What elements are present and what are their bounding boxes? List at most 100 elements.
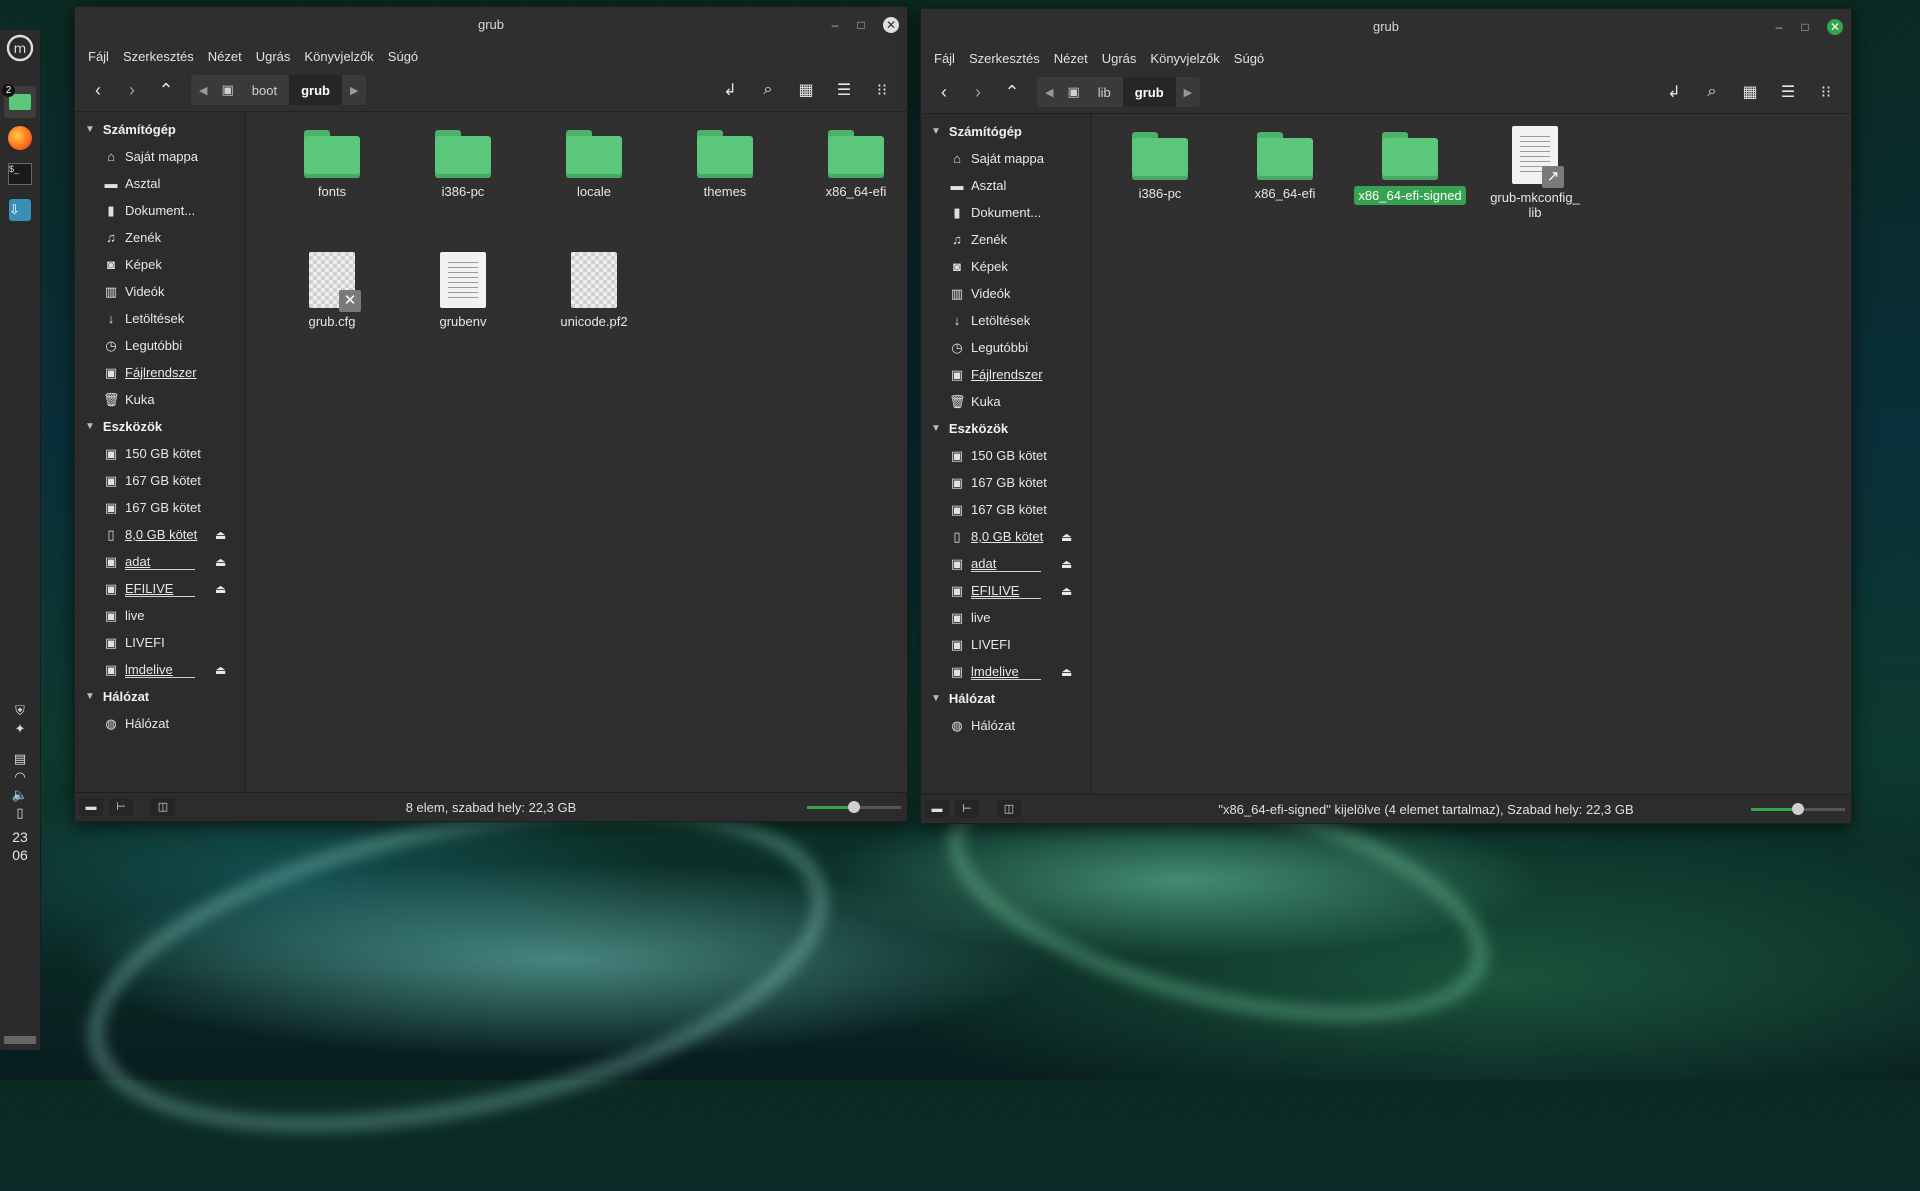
file-item-selected[interactable]: x86_64-efi-signed — [1350, 132, 1470, 205]
sidebar-section-computer[interactable]: ▼ Számítógép — [75, 116, 245, 143]
eject-icon[interactable]: ⏏ — [1061, 584, 1072, 598]
sidebar-section-network[interactable]: ▼ Hálózat — [75, 683, 245, 710]
sidebar-item-adat[interactable]: ▣ adat ⏏ — [75, 548, 245, 575]
sidebar-item-efilive[interactable]: ▣ EFILIVE ⏏ — [75, 575, 245, 602]
file-item[interactable]: grubenv — [403, 252, 523, 329]
file-item[interactable]: x86_64-efi — [796, 130, 916, 199]
wifi-icon[interactable]: ◠ — [8, 768, 32, 786]
sidebar-item-home[interactable]: ⌂ Saját mappa — [75, 143, 245, 170]
breadcrumb-left-arrow[interactable]: ◀ — [1037, 77, 1061, 107]
forward-button[interactable]: › — [961, 77, 995, 107]
sidebar-item-live[interactable]: ▣ live — [75, 602, 245, 629]
compact-view-button[interactable]: ⁝⁝ — [863, 75, 901, 105]
sidebar-item-volume-8[interactable]: ▯ 8,0 GB kötet ⏏ — [75, 521, 245, 548]
sidebar-item-volume-8[interactable]: ▯ 8,0 GB kötet ⏏ — [921, 523, 1091, 550]
sidebar-section-network[interactable]: ▼ Hálózat — [921, 685, 1091, 712]
menu-edit[interactable]: Szerkesztés — [962, 51, 1047, 66]
breadcrumb-right-arrow[interactable]: ▶ — [1176, 77, 1200, 107]
show-places-button[interactable]: ▬ — [925, 800, 949, 818]
sidebar-item-network[interactable]: ◍ Hálózat — [75, 710, 245, 737]
sidebar-item-volume-150[interactable]: ▣ 150 GB kötet — [75, 440, 245, 467]
back-button[interactable]: ‹ — [927, 77, 961, 107]
menu-help[interactable]: Súgó — [381, 49, 425, 64]
sidebar-item-volume-167b[interactable]: ▣ 167 GB kötet — [75, 494, 245, 521]
forward-button[interactable]: › — [115, 75, 149, 105]
menu-button[interactable]: m — [4, 32, 36, 64]
sidebar-item-recent[interactable]: ◷ Legutóbbi — [921, 334, 1091, 361]
menu-edit[interactable]: Szerkesztés — [116, 49, 201, 64]
menu-bookmarks[interactable]: Könyvjelzők — [297, 49, 380, 64]
back-button[interactable]: ‹ — [81, 75, 115, 105]
sidebar-item-live[interactable]: ▣ live — [921, 604, 1091, 631]
sidebar-section-devices[interactable]: ▼ Eszközök — [921, 415, 1091, 442]
show-tree-button[interactable]: ⊢ — [955, 800, 979, 818]
file-item[interactable]: x86_64-efi — [1225, 132, 1345, 201]
file-view[interactable]: i386-pc x86_64-efi x86_64-efi-signed ↗ gr… — [1092, 114, 1851, 795]
sidebar-item-recent[interactable]: ◷ Legutóbbi — [75, 332, 245, 359]
battery-icon[interactable]: ▯ — [8, 804, 32, 822]
clock-hour[interactable]: 23 — [0, 828, 40, 846]
breadcrumb-parent[interactable]: boot — [240, 75, 289, 105]
sidebar-item-trash[interactable]: 🗑 Kuka — [921, 388, 1091, 415]
sidebar-item-documents[interactable]: ▮ Dokument... — [921, 199, 1091, 226]
clock-minute[interactable]: 06 — [0, 846, 40, 864]
file-item[interactable]: unicode.pf2 — [534, 252, 654, 329]
sidebar-item-desktop[interactable]: ▬ Asztal — [921, 172, 1091, 199]
sidebar-item-lmdelive[interactable]: ▣ lmdelive ⏏ — [921, 658, 1091, 685]
sidebar-item-volume-150[interactable]: ▣ 150 GB kötet — [921, 442, 1091, 469]
show-desktop-button[interactable] — [4, 1036, 36, 1044]
update-manager-icon[interactable]: ✦ — [8, 720, 32, 738]
menu-view[interactable]: Nézet — [1047, 51, 1095, 66]
minimize-button[interactable]: – — [1771, 19, 1787, 35]
menu-view[interactable]: Nézet — [201, 49, 249, 64]
titlebar[interactable]: grub – □ ✕ — [921, 9, 1851, 45]
icon-view-button[interactable]: ▦ — [787, 75, 825, 105]
sidebar-section-devices[interactable]: ▼ Eszközök — [75, 413, 245, 440]
breadcrumb-root[interactable]: ▣ — [1061, 77, 1085, 107]
search-button[interactable]: ⌕ — [1693, 77, 1731, 107]
compact-view-button[interactable]: ⁝⁝ — [1807, 77, 1845, 107]
sidebar-item-downloads[interactable]: ↓ Letöltések — [75, 305, 245, 332]
sidebar-item-videos[interactable]: ▥ Videók — [75, 278, 245, 305]
file-view[interactable]: fonts i386-pc locale themes x86_64-efi ✕… — [246, 112, 907, 793]
sidebar-item-efilive[interactable]: ▣ EFILIVE ⏏ — [921, 577, 1091, 604]
list-view-button[interactable]: ☰ — [825, 75, 863, 105]
breadcrumb-current[interactable]: grub — [289, 75, 342, 105]
breadcrumb-root[interactable]: ▣ — [215, 75, 239, 105]
zoom-slider[interactable] — [1751, 803, 1845, 815]
eject-icon[interactable]: ⏏ — [215, 555, 226, 569]
sidebar-item-music[interactable]: ♫ Zenék — [921, 226, 1091, 253]
sidebar-item-volume-167b[interactable]: ▣ 167 GB kötet — [921, 496, 1091, 523]
file-item[interactable]: ↗ grub-mkconfig_ lib — [1475, 126, 1595, 220]
sidebar-item-filesystem[interactable]: ▣ Fájlrendszer — [75, 359, 245, 386]
taskbar-installer-button[interactable]: ⇩ — [4, 194, 36, 226]
eject-icon[interactable]: ⏏ — [1061, 557, 1072, 571]
zoom-slider-handle[interactable] — [1792, 803, 1804, 815]
file-item[interactable]: ✕ grub.cfg — [272, 252, 392, 329]
eject-icon[interactable]: ⏏ — [1061, 665, 1072, 679]
file-item[interactable]: fonts — [272, 130, 392, 199]
sidebar-item-documents[interactable]: ▮ Dokument... — [75, 197, 245, 224]
sidebar-item-lmdelive[interactable]: ▣ lmdelive ⏏ — [75, 656, 245, 683]
menu-help[interactable]: Súgó — [1227, 51, 1271, 66]
menu-file[interactable]: Fájl — [81, 49, 116, 64]
menu-file[interactable]: Fájl — [927, 51, 962, 66]
sidebar-item-videos[interactable]: ▥ Videók — [921, 280, 1091, 307]
toggle-location-button[interactable]: ↲ — [711, 75, 749, 105]
up-button[interactable]: ⌃ — [149, 75, 183, 105]
sidebar-item-livefi[interactable]: ▣ LIVEFI — [75, 629, 245, 656]
menu-go[interactable]: Ugrás — [249, 49, 298, 64]
sidebar-item-volume-167a[interactable]: ▣ 167 GB kötet — [921, 469, 1091, 496]
breadcrumb-parent[interactable]: lib — [1086, 77, 1123, 107]
maximize-button[interactable]: □ — [1797, 19, 1813, 35]
sidebar-item-pictures[interactable]: ◙ Képek — [75, 251, 245, 278]
sidebar-item-downloads[interactable]: ↓ Letöltések — [921, 307, 1091, 334]
file-item[interactable]: locale — [534, 130, 654, 199]
sidebar-item-adat[interactable]: ▣ adat ⏏ — [921, 550, 1091, 577]
sidebar-item-home[interactable]: ⌂ Saját mappa — [921, 145, 1091, 172]
clipboard-icon[interactable]: ▤ — [8, 750, 32, 768]
minimize-button[interactable]: – — [827, 17, 843, 33]
sidebar-item-trash[interactable]: 🗑 Kuka — [75, 386, 245, 413]
shield-icon[interactable]: ⛨ — [8, 702, 32, 720]
sidebar-section-computer[interactable]: ▼ Számítógép — [921, 118, 1091, 145]
